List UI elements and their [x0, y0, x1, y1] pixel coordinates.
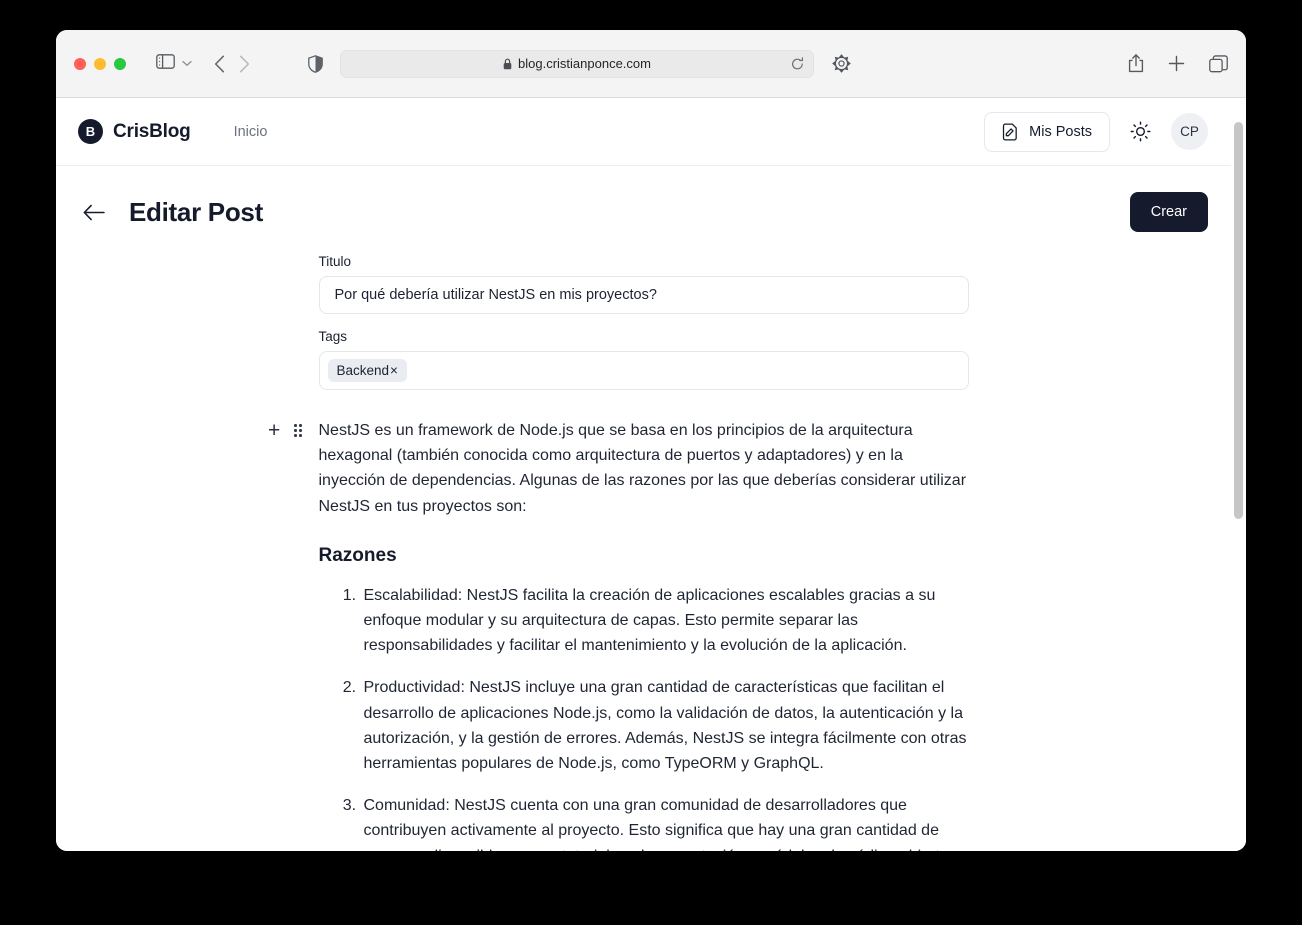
brand-badge: B	[78, 119, 103, 144]
tag-remove-icon[interactable]: ×	[390, 363, 398, 378]
web-page: B CrisBlog Inicio Mis Posts CP Editar Po…	[56, 98, 1231, 851]
reasons-list: Escalabilidad: NestJS facilita la creaci…	[319, 583, 969, 851]
maximize-window-button[interactable]	[114, 57, 126, 70]
my-posts-button[interactable]: Mis Posts	[984, 111, 1110, 152]
close-window-button[interactable]	[74, 57, 86, 70]
block-gutter: +	[268, 420, 302, 441]
tags-field-group: Tags Backend ×	[318, 329, 969, 390]
title-label: Titulo	[318, 254, 352, 269]
tag-label: Backend	[336, 363, 390, 378]
address-bar[interactable]: blog.cristianponce.com	[340, 49, 814, 78]
share-icon[interactable]	[1128, 54, 1144, 73]
traffic-lights	[74, 57, 126, 70]
list-item: Comunidad: NestJS cuenta con una gran co…	[361, 793, 969, 851]
navigation-arrows	[214, 55, 250, 73]
sun-icon[interactable]	[1127, 118, 1154, 145]
browser-back-button[interactable]	[214, 55, 225, 73]
post-form: Titulo Tags Backend× +	[56, 236, 1231, 851]
section-heading: Razones	[318, 544, 397, 566]
drag-handle-icon[interactable]	[294, 424, 302, 437]
page-scrollbar[interactable]	[1231, 98, 1246, 851]
minimize-window-button[interactable]	[94, 57, 106, 70]
browser-toolbar: blog.cristianponce.com	[56, 30, 1246, 98]
shield-privacy-icon[interactable]	[308, 54, 323, 73]
site-header: B CrisBlog Inicio Mis Posts CP	[56, 98, 1231, 166]
tag-chip[interactable]: Backend ×	[327, 359, 407, 382]
page-title: Editar Post	[129, 196, 263, 227]
sidebar-toggle-button[interactable]	[156, 53, 192, 74]
brand-logo[interactable]: B CrisBlog	[78, 119, 191, 144]
url-text: blog.cristianponce.com	[518, 56, 651, 71]
tags-input[interactable]: Backend ×	[318, 351, 969, 390]
add-block-icon[interactable]: +	[268, 420, 280, 441]
lock-icon	[503, 58, 512, 70]
brand-name: CrisBlog	[113, 120, 191, 142]
nav-item-inicio[interactable]: Inicio	[234, 124, 268, 140]
create-button[interactable]: Crear	[1129, 192, 1208, 232]
browser-forward-button[interactable]	[239, 55, 250, 73]
title-field-group: Titulo	[318, 254, 969, 314]
toolbar-right-actions	[1128, 54, 1228, 73]
editor-content[interactable]: NestJS es un framework de Node.js que se…	[319, 418, 969, 851]
title-input[interactable]	[318, 276, 969, 314]
user-avatar[interactable]: CP	[1171, 113, 1208, 150]
tabs-overview-icon[interactable]	[1209, 54, 1228, 73]
post-editor: + NestJS es un framework de Node.js que …	[56, 418, 1231, 851]
tags-label: Tags	[318, 329, 348, 344]
reload-icon[interactable]	[791, 56, 804, 71]
list-item: Productividad: NestJS incluye una gran c…	[361, 675, 969, 776]
page-title-row: Editar Post Crear	[56, 166, 1231, 236]
sidebar-toggle-icon	[156, 53, 175, 74]
my-posts-label: Mis Posts	[1029, 123, 1092, 140]
back-arrow-icon[interactable]	[79, 200, 109, 225]
list-item: Escalabilidad: NestJS facilita la creaci…	[361, 583, 969, 659]
document-pencil-icon	[1002, 123, 1019, 141]
plus-icon[interactable]	[1168, 55, 1185, 72]
editor-block: + NestJS es un framework de Node.js que …	[56, 418, 1231, 851]
address-bar-content: blog.cristianponce.com	[503, 56, 651, 71]
scrollbar-thumb[interactable]	[1234, 122, 1243, 519]
intro-paragraph: NestJS es un framework de Node.js que se…	[318, 422, 967, 515]
browser-window: blog.cristianponce.com B CrisBlog Inicio…	[56, 30, 1246, 851]
chevron-down-icon[interactable]	[182, 58, 192, 70]
header-actions: Mis Posts CP	[984, 111, 1208, 152]
page-viewport: B CrisBlog Inicio Mis Posts CP Editar Po…	[56, 98, 1246, 851]
gear-icon[interactable]	[832, 54, 851, 73]
